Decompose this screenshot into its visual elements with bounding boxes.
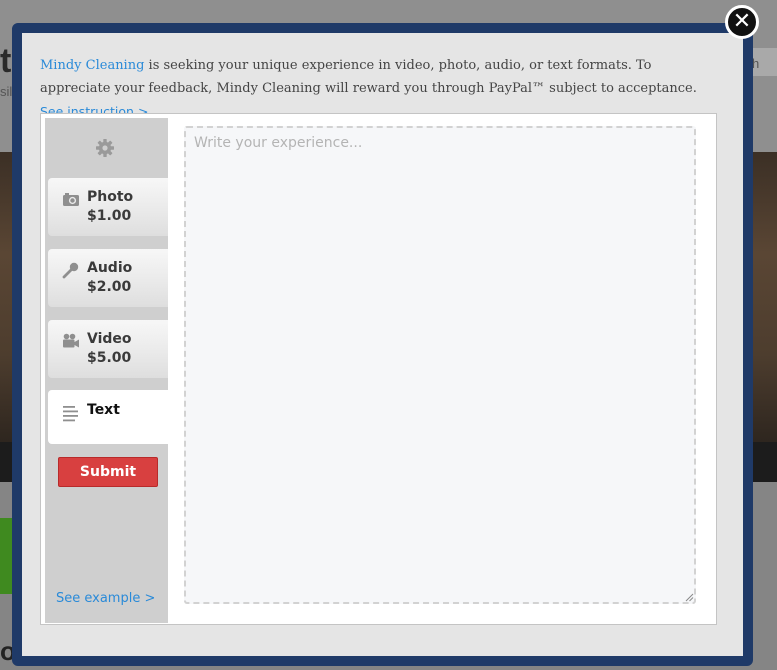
tab-photo[interactable]: Photo $1.00 [48, 178, 168, 236]
text-lines-icon [63, 406, 78, 422]
close-button[interactable]: ✕ [725, 5, 759, 39]
tab-video-price: $5.00 [87, 350, 132, 366]
tab-photo-label: Photo [87, 189, 134, 205]
tab-text-label: Text [87, 402, 120, 418]
submit-button[interactable]: Submit [58, 457, 158, 487]
close-icon: ✕ [732, 9, 752, 34]
experience-textarea[interactable] [184, 126, 696, 604]
tab-audio-price: $2.00 [87, 279, 132, 295]
video-camera-icon [63, 333, 79, 348]
background-title-fragment: t [0, 42, 12, 80]
see-example-link[interactable]: See example > [56, 591, 155, 606]
resize-grip-icon[interactable] [684, 592, 694, 602]
tab-video-label: Video [87, 331, 132, 347]
tab-text[interactable]: Text [48, 390, 174, 444]
format-sidebar: Photo $1.00 Audio $2.00 Video $5.00 Text… [45, 118, 174, 623]
background-search-fragment: h [752, 56, 760, 71]
submission-panel: Photo $1.00 Audio $2.00 Video $5.00 Text… [40, 113, 717, 625]
tab-photo-price: $1.00 [87, 208, 132, 224]
microphone-icon [62, 262, 79, 279]
brand-link[interactable]: Mindy Cleaning [40, 58, 144, 73]
tab-audio[interactable]: Audio $2.00 [48, 249, 168, 307]
camera-icon [63, 193, 79, 206]
tab-audio-label: Audio [87, 260, 133, 276]
gear-icon[interactable] [95, 138, 115, 158]
experience-modal: Mindy Cleaning is seeking your unique ex… [12, 23, 753, 666]
tab-video[interactable]: Video $5.00 [48, 320, 168, 378]
